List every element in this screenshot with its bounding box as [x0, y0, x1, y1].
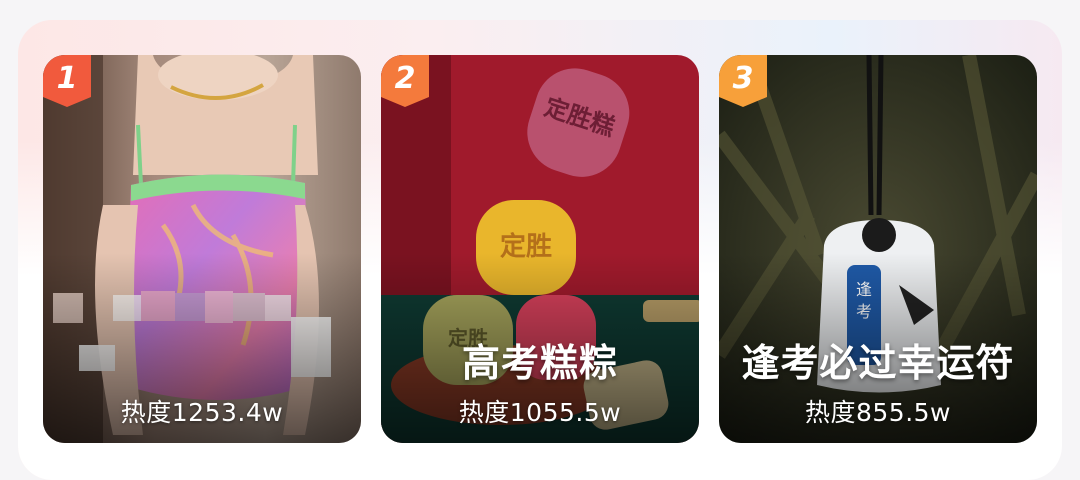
rank-number-3: 3	[732, 61, 754, 96]
card-3-title: 逢考必过幸运符	[741, 341, 1015, 385]
card-1-heat: 热度1253.4w	[120, 398, 284, 427]
rank-number-2: 2	[394, 61, 416, 96]
rank-number-1: 1	[56, 61, 78, 96]
card-2-heat: 热度1055.5w	[458, 398, 622, 427]
hot-item-card-3[interactable]: 逢 考 逢考必过幸运符 热度855.5w 3	[719, 55, 1037, 443]
hot-item-card-2[interactable]: 定胜糕 定胜 定胜 高考糕粽 热度1055.5w 2	[381, 55, 699, 443]
rank-badge-3: 3	[719, 55, 767, 107]
card-2-title: 高考糕粽	[461, 341, 618, 385]
hot-item-card-1[interactable]: 热度1253.4w 1	[43, 55, 361, 443]
card-3-heat: 热度855.5w	[804, 398, 952, 427]
rank-badge-2: 2	[381, 55, 429, 107]
rank-badge-1: 1	[43, 55, 91, 107]
